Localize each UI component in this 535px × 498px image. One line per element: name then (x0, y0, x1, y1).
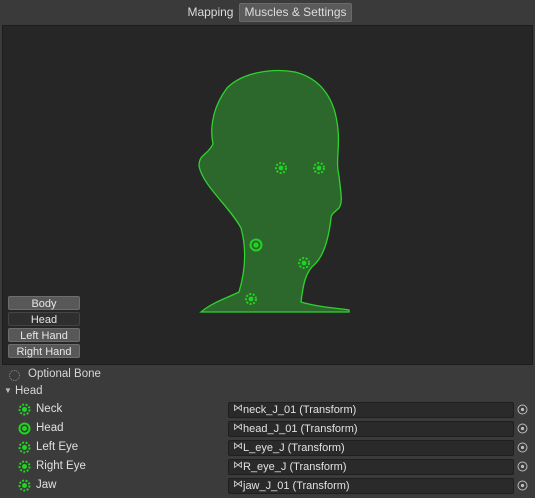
object-picker-icon[interactable] (517, 461, 528, 472)
transform-field[interactable]: ⋈ head_J_01 (Transform) (228, 421, 514, 437)
body-part-selector: Body Head Left Hand Right Hand (8, 296, 80, 360)
bone-label: Right Eye (36, 460, 86, 472)
object-picker-icon[interactable] (517, 404, 528, 415)
bone-row-left-eye: Left Eye ⋈ L_eye_J (Transform) (0, 439, 535, 458)
transform-icon: ⋈ (233, 460, 243, 471)
bone-row-jaw: Jaw ⋈ jaw_J_01 (Transform) (0, 477, 535, 496)
transform-icon: ⋈ (233, 403, 243, 414)
head-button[interactable]: Head (8, 312, 80, 326)
body-button[interactable]: Body (8, 296, 80, 310)
group-label: Head (15, 385, 43, 397)
transform-field[interactable]: ⋈ neck_J_01 (Transform) (228, 402, 514, 418)
transform-icon: ⋈ (233, 441, 243, 452)
transform-value: head_J_01 (Transform) (243, 423, 358, 435)
head-group-foldout[interactable]: ▼ Head (0, 384, 535, 402)
optional-bone-legend-label: Optional Bone (28, 368, 101, 380)
bone-row-neck: Neck ⋈ neck_J_01 (Transform) (0, 401, 535, 420)
transform-value: jaw_J_01 (Transform) (243, 480, 350, 492)
transform-value: L_eye_J (Transform) (243, 442, 345, 454)
transform-value: R_eye_J (Transform) (243, 461, 347, 473)
tab-bar: Mapping Muscles & Settings (0, 0, 535, 25)
transform-value: neck_J_01 (Transform) (243, 404, 357, 416)
optional-bone-icon (18, 479, 31, 492)
optional-bone-icon (18, 460, 31, 473)
tab-mapping[interactable]: Mapping (183, 3, 237, 22)
head-outline (198, 69, 350, 313)
transform-icon: ⋈ (233, 422, 243, 433)
left-hand-button[interactable]: Left Hand (8, 328, 80, 342)
bone-row-right-eye: Right Eye ⋈ R_eye_J (Transform) (0, 458, 535, 477)
bone-row-head: Head ⋈ head_J_01 (Transform) (0, 420, 535, 439)
bone-label: Jaw (36, 479, 57, 491)
object-picker-icon[interactable] (517, 480, 528, 491)
avatar-viewport: Body Head Left Hand Right Hand (2, 25, 533, 365)
right-hand-button[interactable]: Right Hand (8, 344, 80, 358)
head-silhouette (198, 69, 350, 313)
optional-bone-legend-icon (9, 370, 20, 381)
object-picker-icon[interactable] (517, 423, 528, 434)
bone-label: Neck (36, 403, 63, 415)
optional-bone-legend: Optional Bone (0, 367, 535, 385)
tab-muscles-settings[interactable]: Muscles & Settings (239, 3, 352, 22)
transform-field[interactable]: ⋈ L_eye_J (Transform) (228, 440, 514, 456)
transform-field[interactable]: ⋈ jaw_J_01 (Transform) (228, 478, 514, 494)
transform-field[interactable]: ⋈ R_eye_J (Transform) (228, 459, 514, 475)
transform-icon: ⋈ (233, 479, 243, 490)
bone-label: Left Eye (36, 441, 79, 453)
foldout-triangle-icon[interactable]: ▼ (4, 386, 12, 395)
bone-label: Head (36, 422, 64, 434)
optional-bone-icon (18, 403, 31, 416)
required-bone-icon (18, 422, 31, 435)
object-picker-icon[interactable] (517, 442, 528, 453)
optional-bone-icon (18, 441, 31, 454)
bone-mapping-panel: Optional Bone ▼ Head Neck ⋈ neck_J_01 (T… (0, 365, 535, 498)
